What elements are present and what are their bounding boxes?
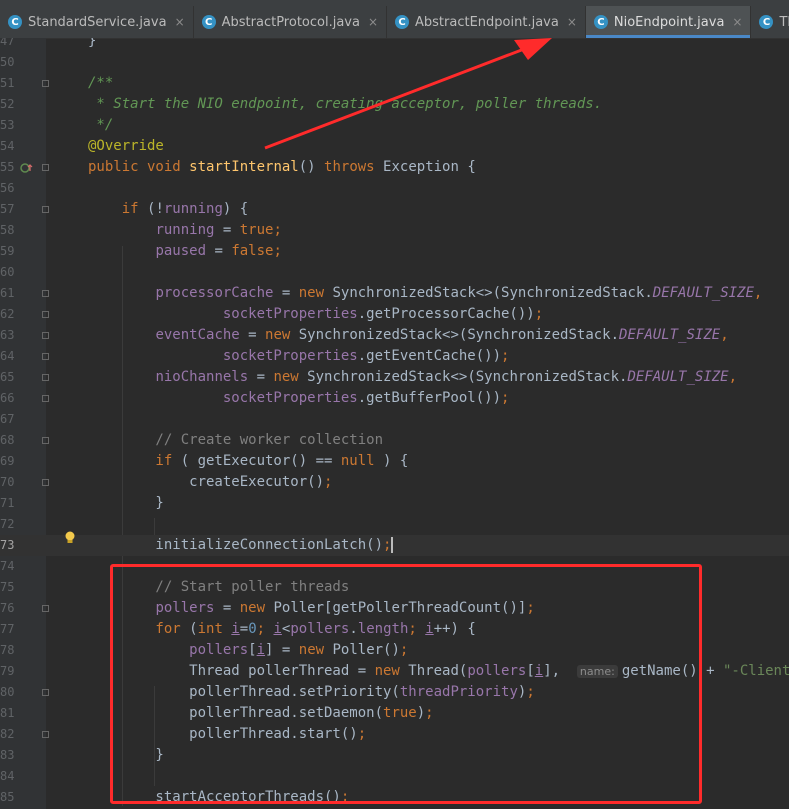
fold-marker-icon[interactable] [42,479,49,486]
fold-marker-icon[interactable] [42,731,49,738]
fold-marker-icon[interactable] [42,80,49,87]
fold-marker-icon[interactable] [42,311,49,318]
fold-marker-icon[interactable] [42,332,49,339]
fold-marker-icon[interactable] [42,395,49,402]
fold-marker-icon[interactable] [42,605,49,612]
fold-marker-icon[interactable] [42,353,49,360]
annotation-arrow [264,38,552,150]
fold-marker-icon[interactable] [42,689,49,696]
override-marker-icon[interactable] [20,162,34,177]
fold-marker-icon[interactable] [42,164,49,171]
fold-marker-icon[interactable] [42,290,49,297]
fold-marker-icon[interactable] [42,437,49,444]
fold-marker-icon[interactable] [42,374,49,381]
fold-marker-icon[interactable] [42,206,49,213]
